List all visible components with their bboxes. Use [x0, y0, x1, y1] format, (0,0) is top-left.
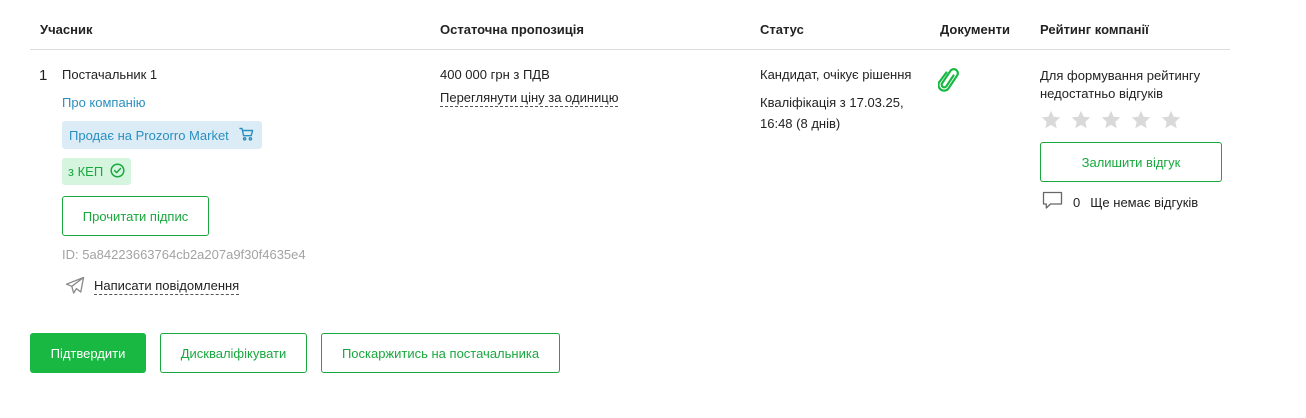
final-price: 400 000 грн з ПДВ: [440, 67, 550, 82]
qualification-line-2: 16:48 (8 днів): [760, 116, 841, 131]
about-company-link[interactable]: Про компанію: [62, 95, 146, 110]
header-participant: Учасник: [40, 22, 93, 37]
table-row: 1 Постачальник 1 Про компанію Продає на …: [30, 50, 1230, 350]
kep-badge-label: з КЕП: [68, 164, 104, 179]
star-icon: [1041, 110, 1061, 129]
qualification-line-1: Кваліфікація з 17.03.25,: [760, 95, 904, 110]
leave-review-button[interactable]: Залишити відгук: [1040, 142, 1222, 182]
rating-message-line-2: недостатньо відгуків: [1040, 86, 1164, 101]
participants-table: Учасник Остаточна пропозиція Статус Доку…: [30, 0, 1230, 350]
header-documents: Документи: [940, 22, 1010, 37]
view-unit-price-link[interactable]: Переглянути ціну за одиницю: [440, 90, 619, 107]
disqualify-button[interactable]: Дискваліфікувати: [160, 333, 307, 373]
header-rating: Рейтинг компанії: [1040, 22, 1149, 37]
cart-icon: [239, 127, 254, 144]
complain-button[interactable]: Поскаржитись на постачальника: [321, 333, 560, 373]
qualification-info: Кваліфікація з 17.03.25, 16:48 (8 днів): [760, 92, 904, 134]
paperclip-icon[interactable]: [937, 67, 960, 96]
rating-message-line-1: Для формування рейтингу: [1040, 68, 1201, 83]
star-icon: [1131, 110, 1151, 129]
rating-stars: [1040, 109, 1182, 131]
read-signature-button[interactable]: Прочитати підпис: [62, 196, 209, 236]
reviews-count: 0: [1073, 194, 1081, 210]
star-icon: [1071, 110, 1091, 129]
market-badge: Продає на Prozorro Market: [62, 121, 262, 149]
market-badge-label: Продає на Prozorro Market: [69, 127, 229, 143]
star-icon: [1161, 110, 1181, 129]
reviews-summary: 0 Ще немає відгуків: [1042, 191, 1198, 213]
row-number: 1: [39, 67, 48, 84]
action-buttons: Підтвердити Дискваліфікувати Поскаржитис…: [30, 333, 560, 373]
confirm-button[interactable]: Підтвердити: [30, 333, 146, 373]
comment-icon: [1042, 191, 1063, 213]
paper-plane-icon: [65, 276, 85, 298]
supplier-id: ID: 5a84223663764cb2a207a9f30f4635e4: [62, 247, 306, 262]
table-header: Учасник Остаточна пропозиція Статус Доку…: [30, 0, 1230, 50]
header-final-offer: Остаточна пропозиція: [440, 22, 584, 37]
supplier-name: Постачальник 1: [62, 67, 158, 82]
header-status: Статус: [760, 22, 804, 37]
kep-badge: з КЕП: [62, 158, 132, 185]
check-circle-icon: [110, 162, 125, 181]
status-text: Кандидат, очікує рішення: [760, 67, 912, 82]
star-icon: [1101, 110, 1121, 129]
reviews-empty-text: Ще немає відгуків: [1090, 194, 1199, 210]
rating-message: Для формування рейтингу недостатньо відг…: [1040, 67, 1200, 103]
write-message-link[interactable]: Написати повідомлення: [94, 278, 240, 295]
